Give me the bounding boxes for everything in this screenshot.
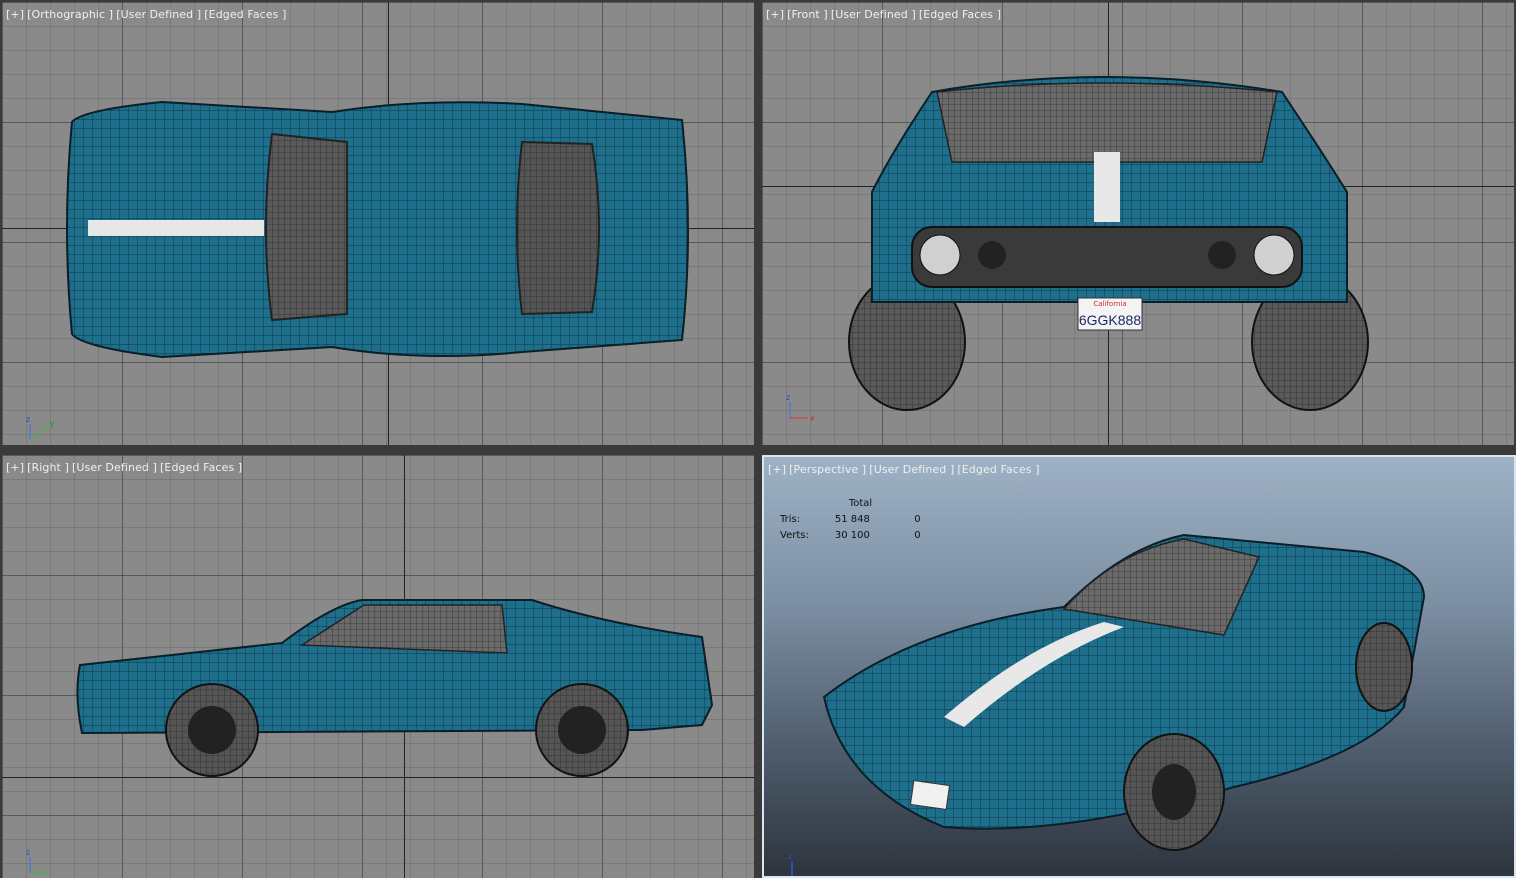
axis-gizmo-icon: z [26, 848, 48, 874]
viewport-label-front[interactable]: [+] [Front ] [User Defined ] [Edged Faces ] [766, 8, 1004, 21]
svg-text:z: z [788, 852, 792, 861]
svg-text:z: z [26, 415, 30, 424]
viewport-perspective[interactable]: Total Tris: 51 848 0 Verts: 30 100 0 z [… [762, 455, 1516, 878]
car-front-view: California 6GGK888 [848, 76, 1369, 411]
license-plate: 6GGK888 [1079, 312, 1141, 328]
axis-gizmo-icon: z x [786, 393, 815, 420]
stats-tris-selected: 0 [914, 513, 921, 525]
plate-state: California [1093, 300, 1126, 308]
stats-header: Total [848, 497, 873, 509]
car-top-view [66, 100, 689, 359]
stats-tris-label: Tris: [780, 513, 801, 525]
viewport-right[interactable]: z [+] [Right ] [User Defined ] [Edged Faces… [2, 455, 754, 878]
stats-overlay: Total Tris: 51 848 0 Verts: 30 100 0 [778, 495, 923, 543]
viewport-top[interactable]: z y [+] [Orthographic ] [User Defined ] [Ed… [2, 2, 754, 445]
axis-gizmo-icon: z [788, 852, 793, 876]
viewport-label-right[interactable]: [+] [Right ] [User Defined ] [Edged Faces ] [6, 461, 245, 474]
stats-verts-selected: 0 [914, 529, 921, 541]
svg-text:z: z [26, 848, 30, 857]
viewport-label-perspective[interactable]: [+] [Perspective ] [User Defined ] [Edged F… [768, 463, 1043, 476]
stats-verts-total: 30 100 [834, 529, 870, 541]
stats-verts-label: Verts: [780, 529, 809, 541]
viewport-label-top[interactable]: [+] [Orthographic ] [User Defined ] [Edged … [6, 8, 290, 21]
axis-gizmo-icon: z y [26, 415, 55, 441]
svg-text:z: z [786, 393, 790, 402]
svg-text:x: x [810, 414, 815, 420]
svg-text:y: y [50, 419, 55, 428]
car-side-view [76, 599, 714, 777]
stats-tris-total: 51 848 [834, 513, 870, 525]
viewport-front[interactable]: California 6GGK888 z x [+] [Front ] [User … [762, 2, 1514, 445]
